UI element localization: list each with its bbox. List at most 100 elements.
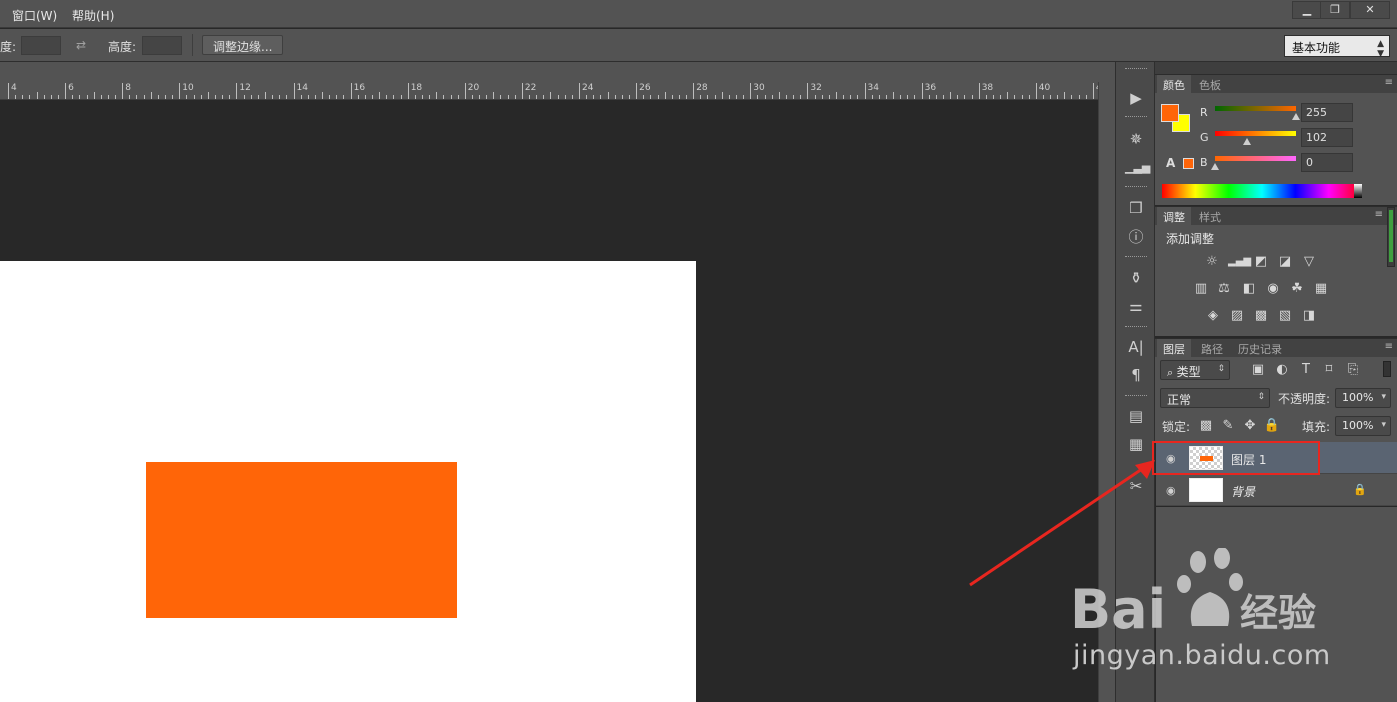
brush-icon[interactable]: ⚱: [1125, 268, 1147, 288]
selective-color-icon[interactable]: ◨: [1300, 308, 1318, 324]
vibrance-icon[interactable]: ▽: [1300, 254, 1318, 270]
slider-thumb[interactable]: [1211, 163, 1219, 170]
lock-position-icon[interactable]: ✥: [1241, 418, 1259, 434]
blend-mode-select[interactable]: 正常 ⇕: [1160, 388, 1270, 408]
web-safe-swatch[interactable]: [1183, 158, 1194, 169]
adjustments-scrollbar[interactable]: [1387, 207, 1395, 267]
grip[interactable]: [1125, 326, 1147, 328]
tab-swatches[interactable]: 色板: [1193, 75, 1227, 93]
grip[interactable]: [1125, 186, 1147, 188]
ruler-tick: [457, 95, 459, 99]
ruler-tick: [157, 95, 159, 99]
color-spectrum[interactable]: [1162, 184, 1362, 198]
height-field[interactable]: [142, 36, 182, 55]
menu-window[interactable]: 窗口(W): [12, 7, 57, 24]
menu-help[interactable]: 帮助(H): [72, 7, 114, 24]
workspace-select[interactable]: 基本功能 ▲ ▼: [1284, 35, 1390, 59]
ruler-label: 22: [524, 83, 537, 93]
green-value-field[interactable]: 102: [1301, 128, 1353, 147]
tab-history[interactable]: 历史记录: [1232, 339, 1288, 357]
character-icon[interactable]: A|: [1125, 337, 1147, 357]
filter-adjustment-icon[interactable]: ◐: [1273, 362, 1291, 378]
ruler-tick: [721, 92, 723, 99]
lock-all-icon[interactable]: 🔒: [1263, 418, 1281, 434]
ruler-tick: [693, 83, 695, 99]
layer-row-background[interactable]: ◉ 背景 🔒: [1156, 474, 1397, 506]
paragraph-icon[interactable]: ¶: [1125, 365, 1147, 385]
ruler-label: 4: [11, 83, 17, 93]
black-white-icon[interactable]: ◧: [1240, 281, 1258, 297]
invert-icon[interactable]: ◈: [1204, 308, 1222, 324]
navigator-icon[interactable]: ✵: [1125, 129, 1147, 149]
tab-color[interactable]: 颜色: [1157, 75, 1191, 93]
color-lookup-icon[interactable]: ▦: [1312, 281, 1330, 297]
filter-pixel-icon[interactable]: ▣: [1249, 362, 1267, 378]
notes-icon[interactable]: ▦: [1125, 434, 1147, 454]
tab-layers[interactable]: 图层: [1157, 339, 1191, 357]
posterize-icon[interactable]: ▨: [1228, 308, 1246, 324]
histogram-icon[interactable]: ▁▃▅: [1125, 158, 1150, 178]
width-field[interactable]: [21, 36, 61, 55]
curves-icon[interactable]: ◩: [1252, 254, 1270, 270]
ruler-tick: [550, 92, 552, 99]
filter-toggle[interactable]: [1383, 361, 1391, 377]
filter-smart-object-icon[interactable]: ⎘: [1344, 362, 1362, 378]
slider-thumb[interactable]: [1292, 113, 1300, 120]
play-icon[interactable]: ▶: [1125, 88, 1147, 108]
ruler-tick: [243, 95, 245, 99]
gradient-map-icon[interactable]: ▧: [1276, 308, 1294, 324]
3d-icon[interactable]: ❒: [1125, 198, 1147, 218]
hue-saturation-icon[interactable]: ▥: [1192, 281, 1210, 297]
panel-menu-icon[interactable]: ≡: [1385, 77, 1393, 88]
grip[interactable]: [1125, 116, 1147, 118]
channel-mixer-icon[interactable]: ☘: [1288, 281, 1306, 297]
filter-type-icon[interactable]: T: [1297, 362, 1315, 378]
panel-menu-icon[interactable]: ≡: [1375, 209, 1383, 220]
red-value-field[interactable]: 255: [1301, 103, 1353, 122]
ruler-tick: [1007, 92, 1009, 99]
ruler-tick: [336, 95, 338, 99]
fill-field[interactable]: 100% ▾: [1335, 416, 1391, 436]
grip[interactable]: [1125, 256, 1147, 258]
orange-rectangle[interactable]: [146, 462, 457, 618]
levels-icon[interactable]: ▂▄▆: [1228, 254, 1251, 270]
ruler-tick: [586, 95, 588, 99]
lock-transparent-icon[interactable]: ▩: [1197, 418, 1215, 434]
ruler-tick: [564, 95, 566, 99]
restore-icon[interactable]: ❐: [1320, 1, 1350, 19]
blue-value-field[interactable]: 0: [1301, 153, 1353, 172]
visibility-eye-icon[interactable]: ◉: [1166, 484, 1178, 497]
grip[interactable]: [1125, 395, 1147, 397]
document-canvas[interactable]: [0, 261, 696, 702]
tab-adjustments[interactable]: 调整: [1157, 207, 1191, 225]
swap-icon[interactable]: ⇄: [76, 38, 86, 52]
layer-comps-icon[interactable]: ▤: [1125, 406, 1147, 426]
panel-menu-icon[interactable]: ≡: [1385, 341, 1393, 352]
exposure-icon[interactable]: ◪: [1276, 254, 1294, 270]
ruler-tick: [878, 95, 880, 99]
filter-shape-icon[interactable]: ⌑: [1320, 362, 1338, 378]
tab-paths[interactable]: 路径: [1195, 339, 1229, 357]
minimize-icon[interactable]: ▁: [1292, 1, 1322, 19]
refine-edge-button[interactable]: 调整边缘...: [202, 35, 284, 55]
layer-name[interactable]: 背景: [1231, 483, 1255, 500]
info-icon[interactable]: ⓘ: [1125, 227, 1147, 247]
photo-filter-icon[interactable]: ◉: [1264, 281, 1282, 297]
ruler-tick: [843, 95, 845, 99]
chevron-down-icon: ▾: [1381, 420, 1386, 430]
lock-pixels-icon[interactable]: ✎: [1219, 418, 1237, 434]
foreground-color-swatch[interactable]: [1161, 104, 1179, 122]
ruler-label: 24: [582, 83, 594, 93]
brush-presets-icon[interactable]: ⚌: [1125, 296, 1147, 316]
slider-thumb[interactable]: [1243, 138, 1252, 145]
color-balance-icon[interactable]: ⚖: [1215, 281, 1233, 297]
tab-styles[interactable]: 样式: [1193, 207, 1227, 225]
filter-kind-select[interactable]: ⌕ 类型 ⇕: [1160, 360, 1230, 380]
ruler-tick: [850, 95, 852, 99]
threshold-icon[interactable]: ▩: [1252, 308, 1270, 324]
close-icon[interactable]: ✕: [1350, 1, 1390, 19]
ruler-tick: [229, 95, 231, 99]
opacity-field[interactable]: 100% ▾: [1335, 388, 1391, 408]
brightness-icon[interactable]: ☼: [1203, 254, 1221, 270]
grip[interactable]: [1125, 68, 1147, 70]
